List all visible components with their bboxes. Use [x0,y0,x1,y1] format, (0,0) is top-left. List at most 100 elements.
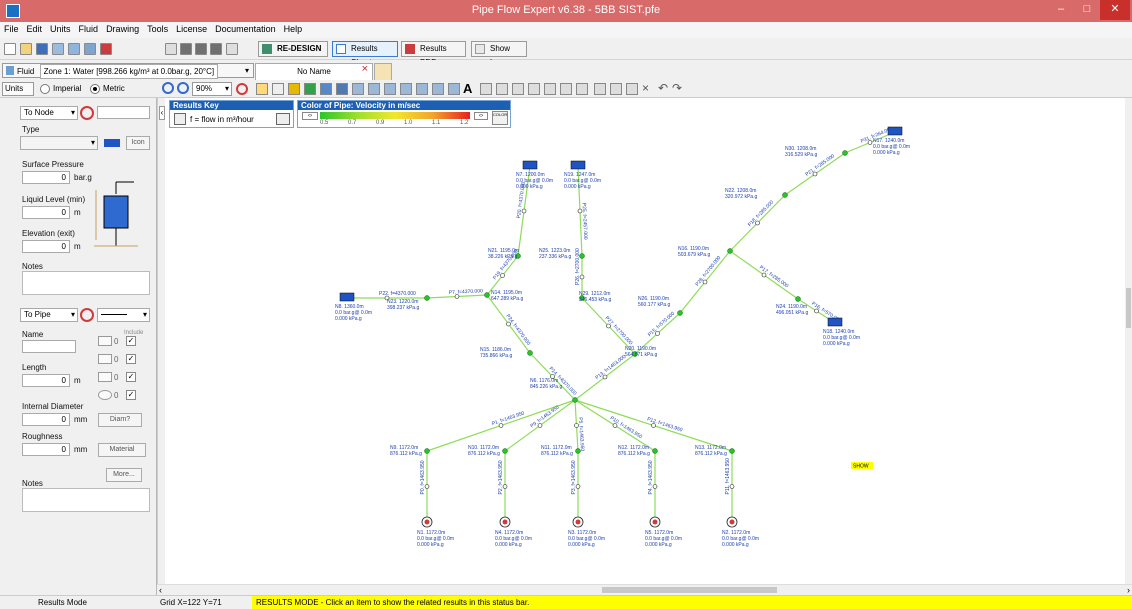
pipe-notes-input[interactable] [22,488,150,512]
grid-icon[interactable] [226,43,238,55]
tab-no-name[interactable]: No Name × [255,63,373,80]
junction-node-icon[interactable] [652,448,658,454]
cut-icon[interactable] [496,83,508,95]
material-button[interactable]: Material [98,443,146,457]
junction-node-icon[interactable] [572,397,578,403]
junction-node-icon[interactable] [795,296,801,302]
pipe-network-diagram[interactable]: P31. f=264.000P21. f=285.000P18. f=285.0… [165,98,1125,584]
results-key-icon[interactable] [174,113,186,125]
icon-button[interactable]: Icon [126,136,150,150]
fluid-selector[interactable]: Fluid Zone 1: Water [998.266 kg/m³ at 0.… [2,63,254,79]
panel-splitter[interactable]: ‹ [157,98,165,584]
node-select[interactable]: To Node ▾ [20,106,78,120]
include-fittings-checkbox[interactable]: ✓ [126,336,136,346]
junction-node-icon[interactable] [727,248,733,254]
undo-icon[interactable]: ↶ [658,81,668,95]
pipe-target-icon[interactable] [80,308,94,322]
flip-icon[interactable] [544,83,556,95]
menu-drawing[interactable]: Drawing [102,22,143,34]
scale-arrows-icon[interactable]: ‹› [302,112,318,120]
select-box-icon[interactable] [480,83,492,95]
paste-icon[interactable] [528,83,540,95]
pipe-line-select[interactable]: ▾ [97,308,150,322]
redesign-button[interactable]: RE-DESIGN [258,41,328,57]
menu-license[interactable]: License [172,22,211,34]
menu-fluid[interactable]: Fluid [75,22,103,34]
tank-icon[interactable] [827,317,843,327]
vertical-scrollbar[interactable] [1125,98,1132,584]
redo-icon[interactable]: ↷ [672,81,682,95]
more-button[interactable]: More... [106,468,142,482]
units-button[interactable]: Units [2,82,34,96]
text-tool-icon[interactable]: A [463,81,472,96]
junction-node-icon[interactable] [424,295,430,301]
tank-icon[interactable] [887,126,903,136]
tank-icon[interactable] [570,160,586,170]
length-input[interactable]: 0 [22,374,70,387]
add-pump-icon[interactable] [400,83,412,95]
menu-file[interactable]: File [0,22,23,34]
add-valve-icon[interactable] [384,83,396,95]
liquid-level-input[interactable]: 0 [22,206,70,219]
roughness-input[interactable]: 0 [22,443,70,456]
junction-node-icon[interactable] [782,192,788,198]
units-toggle-icon[interactable] [276,113,290,125]
vertical-scroll-thumb[interactable] [1126,288,1131,328]
print-icon[interactable] [68,43,80,55]
move-icon[interactable] [288,83,300,95]
junction-node-icon[interactable] [579,253,585,259]
menu-units[interactable]: Units [46,22,75,34]
add-tank-icon[interactable] [320,83,332,95]
pdf-icon[interactable] [100,43,112,55]
results-sheet-button[interactable]: Results Sheet [332,41,398,67]
junction-node-icon[interactable] [729,448,735,454]
horizontal-scrollbar[interactable]: ‹ › [157,584,1132,595]
add-node-icon[interactable] [304,83,316,95]
include-valves-checkbox[interactable]: ✓ [126,372,136,382]
surface-pressure-input[interactable]: 0 [22,171,70,184]
add-fitting-icon[interactable] [368,83,380,95]
junction-node-icon[interactable] [502,448,508,454]
label-icon[interactable] [180,43,192,55]
open-folder-icon[interactable] [20,43,32,55]
new-file-icon[interactable] [4,43,16,55]
add-pressure-icon[interactable] [448,83,460,95]
scroll-right-icon[interactable]: › [1127,585,1130,595]
junction-node-icon[interactable] [424,448,430,454]
junction-node-icon[interactable] [484,292,490,298]
menu-help[interactable]: Help [280,22,307,34]
rotate-icon[interactable] [560,83,572,95]
pipe-name-input[interactable] [22,340,76,353]
pan-hand-icon[interactable] [272,83,284,95]
node-label-icon[interactable] [210,43,222,55]
maximize-button[interactable]: □ [1074,0,1100,20]
junction-node-icon[interactable] [677,310,683,316]
copy-icon[interactable] [512,83,524,95]
color-settings-button[interactable]: COLOR [492,111,508,125]
print-preview-icon[interactable] [84,43,96,55]
new-tab-button[interactable] [374,63,392,80]
add-control-valve-icon[interactable] [416,83,428,95]
zoom-select[interactable]: 90% ▾ [192,82,232,96]
include-components-checkbox[interactable]: ✓ [126,354,136,364]
crosshair-icon[interactable] [236,83,248,95]
include-pumps-checkbox[interactable]: ✓ [126,390,136,400]
results-pdf-button[interactable]: Results PDF [401,41,466,67]
close-tab-icon[interactable]: × [362,62,368,77]
zoom-in-icon[interactable] [162,82,174,94]
save-icon[interactable] [36,43,48,55]
distribute-icon[interactable] [610,83,622,95]
node-name-input[interactable] [97,106,150,119]
pipe-label-icon[interactable] [195,43,207,55]
diam-button[interactable]: Diam? [98,413,142,427]
find-icon[interactable] [576,83,588,95]
delete-icon[interactable]: × [642,81,649,95]
junction-node-icon[interactable] [575,448,581,454]
scale-arrows-icon-right[interactable]: ‹› [474,112,488,120]
internal-diameter-input[interactable]: 0 [22,413,70,426]
node-target-icon[interactable] [80,106,94,120]
junction-node-icon[interactable] [527,350,533,356]
grid-snap-icon[interactable] [626,83,638,95]
show-log-button[interactable]: Show Log [471,41,527,67]
menu-edit[interactable]: Edit [23,22,47,34]
